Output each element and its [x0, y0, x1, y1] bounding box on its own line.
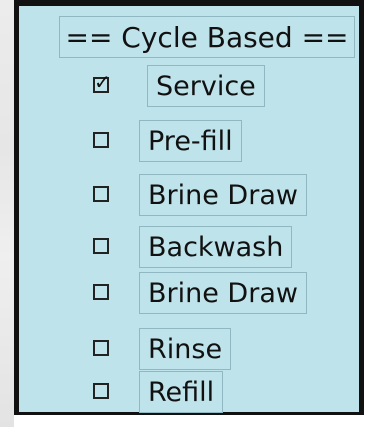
- option-label-service[interactable]: Service: [147, 65, 265, 107]
- option-label-backwash[interactable]: Backwash: [139, 226, 293, 268]
- checkbox-backwash[interactable]: [93, 238, 109, 254]
- cycle-based-panel: == Cycle Based == Service Pre-fill Brine…: [14, 0, 364, 415]
- checkbox-refill[interactable]: [93, 383, 109, 399]
- window-background-strip: [0, 0, 14, 427]
- checkbox-brine-draw-1[interactable]: [93, 186, 109, 202]
- option-label-brine-draw-2[interactable]: Brine Draw: [139, 272, 307, 314]
- checkbox-brine-draw-2[interactable]: [93, 284, 109, 300]
- checkbox-service[interactable]: [93, 72, 111, 93]
- option-label-brine-draw-1[interactable]: Brine Draw: [139, 174, 307, 216]
- option-label-pre-fill[interactable]: Pre-fill: [139, 120, 242, 162]
- checkbox-rinse[interactable]: [93, 340, 109, 356]
- option-label-rinse[interactable]: Rinse: [139, 328, 232, 370]
- option-label-refill[interactable]: Refill: [139, 371, 224, 413]
- checkbox-pre-fill[interactable]: [93, 132, 109, 148]
- section-title: == Cycle Based ==: [59, 16, 355, 58]
